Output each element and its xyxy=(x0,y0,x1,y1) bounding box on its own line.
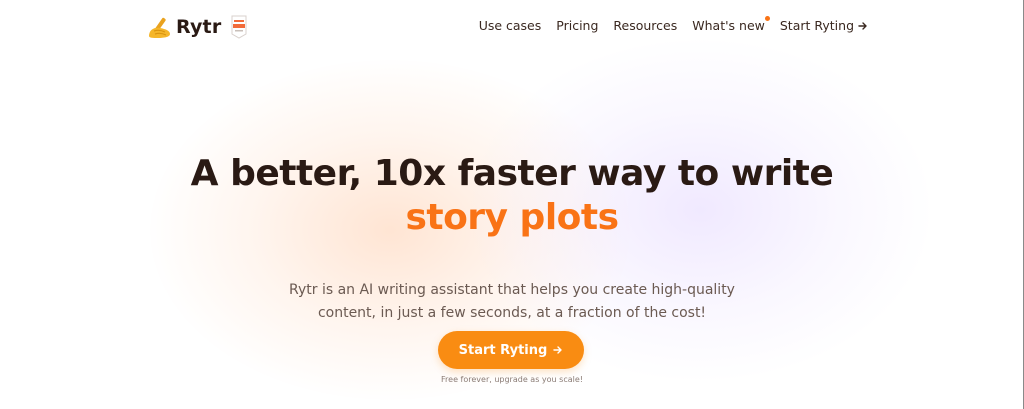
nav-item-whats-new-label: What's new xyxy=(692,18,765,33)
writing-hand-icon xyxy=(146,15,174,39)
nav-item-whats-new[interactable]: What's new xyxy=(692,16,770,33)
nav-links: Use cases Pricing Resources What's new S… xyxy=(479,16,868,33)
nav-cta-label: Start Ryting xyxy=(779,18,854,33)
brand-logo[interactable]: Rytr xyxy=(146,14,248,40)
notification-dot-icon xyxy=(764,16,770,21)
cta-note: Free forever, upgrade as you scale! xyxy=(441,375,583,384)
nav-item-use-cases[interactable]: Use cases xyxy=(479,18,542,33)
hero-headline-accent: story plots xyxy=(405,197,619,238)
hero-heading: A better, 10x faster way to write story … xyxy=(0,152,1024,240)
start-ryting-button-label: Start Ryting xyxy=(458,342,548,358)
nav-item-resources[interactable]: Resources xyxy=(613,18,677,33)
nav-start-ryting-link[interactable]: Start Ryting xyxy=(780,18,868,33)
hero-headline: A better, 10x faster way to write xyxy=(190,153,834,194)
brand-name: Rytr xyxy=(176,16,222,38)
arrow-right-icon xyxy=(858,21,868,31)
arrow-right-icon xyxy=(553,345,563,355)
nav-item-pricing[interactable]: Pricing xyxy=(556,18,598,33)
top-navigation: Rytr Use cases Pricing Resources What's … xyxy=(0,0,1024,56)
start-ryting-button[interactable]: Start Ryting xyxy=(438,331,584,369)
hero-subtext: Rytr is an AI writing assistant that hel… xyxy=(289,282,735,321)
award-badge-icon xyxy=(230,15,248,39)
